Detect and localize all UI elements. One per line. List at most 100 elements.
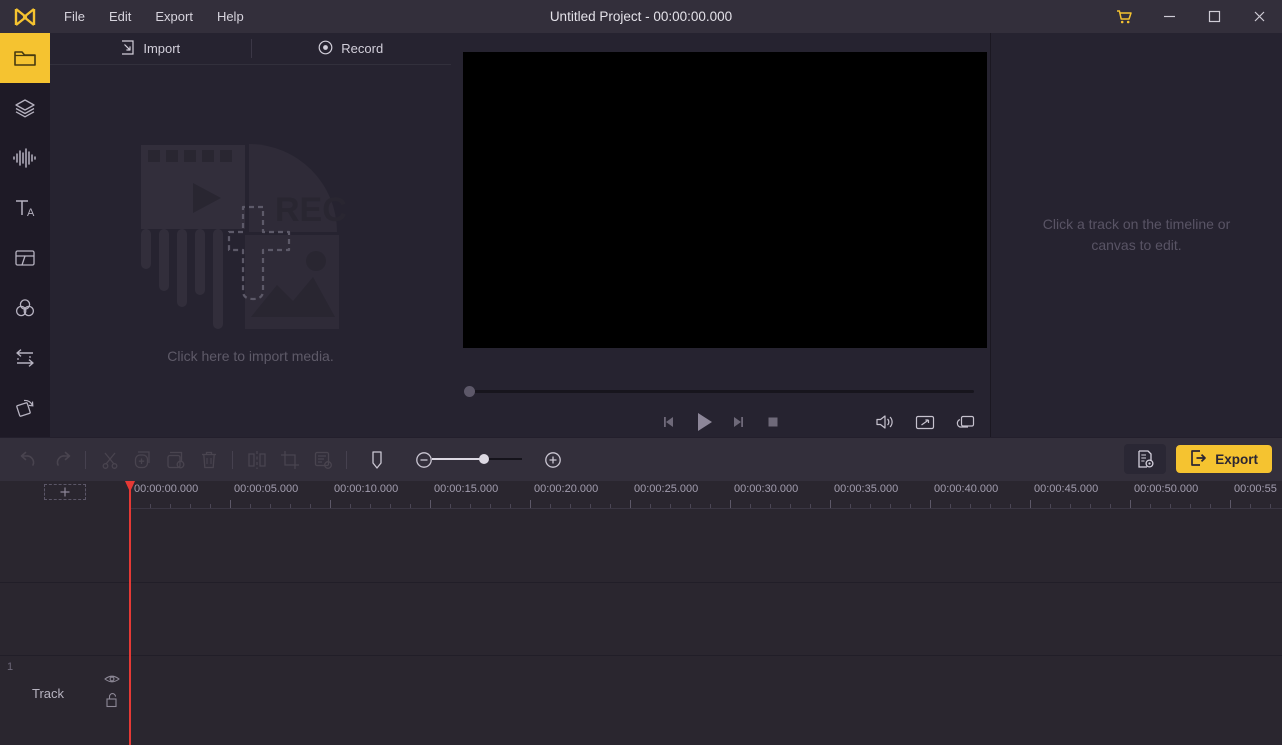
volume-button[interactable] <box>872 409 898 435</box>
ruler-label: 00:00:35.000 <box>834 483 898 495</box>
add-track-button[interactable] <box>44 484 86 500</box>
previous-frame-icon <box>662 415 676 429</box>
duplicate-icon <box>166 450 186 470</box>
sidebar-item-transitions[interactable] <box>0 333 50 383</box>
split-button[interactable] <box>240 445 273 475</box>
menu-item-export[interactable]: Export <box>143 5 205 28</box>
timeline-track-row[interactable] <box>0 509 1282 581</box>
app-logo-icon <box>0 0 50 33</box>
sidebar-item-stickers[interactable] <box>0 83 50 133</box>
ruler-label: 00:00:05.000 <box>234 483 298 495</box>
split-icon <box>246 450 268 470</box>
import-dropzone[interactable]: REC <box>50 65 451 437</box>
minimize-button[interactable] <box>1147 0 1192 33</box>
track-lane[interactable] <box>130 656 1282 735</box>
copy-button[interactable] <box>126 445 159 475</box>
cut-button[interactable] <box>93 445 126 475</box>
sidebar-item-filters[interactable] <box>0 283 50 333</box>
import-dropzone-caption: Click here to import media. <box>167 348 334 364</box>
unlock-icon[interactable] <box>105 692 120 713</box>
toolbar-divider <box>346 451 347 469</box>
import-arrow-icon <box>120 40 135 58</box>
window-controls <box>1102 0 1282 33</box>
zoom-slider-fill <box>432 458 484 460</box>
ruler-label: 00:00:25.000 <box>634 483 698 495</box>
zoom-in-button[interactable] <box>536 445 569 475</box>
preview-scrubber[interactable] <box>464 385 974 397</box>
timeline: 00:00:00.00000:00:05.00000:00:10.00000:0… <box>0 481 1282 745</box>
sidebar-item-effects[interactable] <box>0 383 50 433</box>
undo-icon <box>18 451 40 469</box>
timeline-ruler[interactable]: 00:00:00.00000:00:05.00000:00:10.00000:0… <box>130 481 1282 509</box>
next-frame-button[interactable] <box>725 409 751 435</box>
fullscreen-button[interactable] <box>912 409 938 435</box>
export-button[interactable]: Export <box>1176 445 1272 473</box>
menu-item-edit[interactable]: Edit <box>97 5 143 28</box>
snapshot-icon <box>955 414 975 431</box>
audio-waveform-icon <box>11 146 39 170</box>
ruler-label: 00:00:45.000 <box>1034 483 1098 495</box>
track-lane[interactable] <box>130 583 1282 654</box>
track-header[interactable]: 1Track <box>0 656 130 735</box>
track-lane[interactable] <box>130 509 1282 581</box>
split-screen-icon <box>12 246 38 270</box>
close-button[interactable] <box>1237 0 1282 33</box>
zoom-slider-handle[interactable] <box>479 454 489 464</box>
tab-import-label: Import <box>143 41 180 56</box>
sidebar-item-audio[interactable] <box>0 133 50 183</box>
ruler-label: 00:00:00.000 <box>134 483 198 495</box>
previous-frame-button[interactable] <box>656 409 682 435</box>
color-circles-icon <box>12 296 38 320</box>
folder-icon <box>12 46 38 70</box>
ruler-label: 00:00:40.000 <box>934 483 998 495</box>
playhead[interactable] <box>129 481 131 745</box>
tab-import[interactable]: Import <box>50 33 251 64</box>
marker-button[interactable] <box>360 445 393 475</box>
zoom-in-icon <box>544 451 562 469</box>
speed-button[interactable] <box>306 445 339 475</box>
record-dot-icon <box>318 40 333 58</box>
track-number: 1 <box>7 661 13 673</box>
timeline-track-row[interactable]: 1Track <box>0 655 1282 735</box>
delete-button[interactable] <box>192 445 225 475</box>
next-frame-icon <box>731 415 745 429</box>
crop-button[interactable] <box>273 445 306 475</box>
ruler-label: 00:00:30.000 <box>734 483 798 495</box>
media-tabs: Import Record <box>50 33 451 65</box>
menu-item-file[interactable]: File <box>52 5 97 28</box>
scrubber-track <box>464 390 974 393</box>
stop-button[interactable] <box>760 409 786 435</box>
scrubber-handle[interactable] <box>464 386 475 397</box>
ruler-label: 00:00:20.000 <box>534 483 598 495</box>
maximize-button[interactable] <box>1192 0 1237 33</box>
preview-panel: 00:00:00.000 <box>451 33 990 437</box>
shopping-cart-icon[interactable] <box>1102 0 1147 33</box>
snapshot-button[interactable] <box>952 409 978 435</box>
toolbar-divider <box>232 451 233 469</box>
tab-record[interactable]: Record <box>251 33 452 64</box>
layers-icon <box>12 96 38 120</box>
plus-icon <box>59 486 71 498</box>
preview-canvas[interactable] <box>463 52 987 348</box>
sidebar-item-media[interactable] <box>0 33 50 83</box>
track-header[interactable] <box>0 509 130 581</box>
project-settings-button[interactable] <box>1124 444 1166 474</box>
eye-icon[interactable] <box>104 672 120 690</box>
redo-button[interactable] <box>45 445 78 475</box>
timeline-tracks: 1Track <box>0 509 1282 745</box>
copy-add-icon <box>133 450 153 470</box>
duplicate-button[interactable] <box>159 445 192 475</box>
crop-icon <box>280 450 300 470</box>
sidebar-item-text[interactable]: A <box>0 183 50 233</box>
play-icon <box>693 411 715 433</box>
menu-item-help[interactable]: Help <box>205 5 256 28</box>
timeline-track-row[interactable] <box>0 582 1282 654</box>
undo-button[interactable] <box>12 445 45 475</box>
menu-bar: File Edit Export Help <box>52 5 256 28</box>
timeline-zoom-slider[interactable] <box>432 452 522 466</box>
track-header[interactable] <box>0 583 130 654</box>
export-button-label: Export <box>1215 452 1258 467</box>
rec-label: REC <box>275 191 347 229</box>
play-button[interactable] <box>691 409 717 435</box>
sidebar-item-split-screen[interactable] <box>0 233 50 283</box>
